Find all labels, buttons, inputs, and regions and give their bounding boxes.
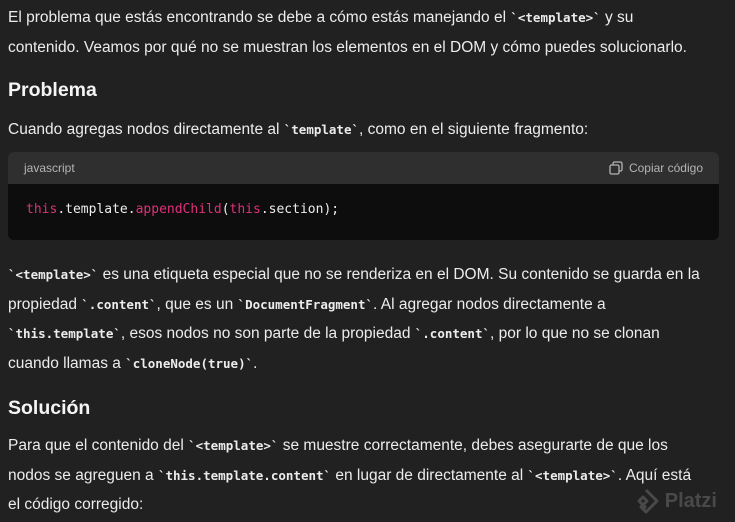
explain-text: , que es un [156, 295, 238, 313]
intro-text: contenido. Veamos por qué no se muestran… [8, 38, 687, 56]
inline-code: `<template>` [8, 267, 99, 282]
explain-text: . [253, 354, 258, 372]
code-token: .template. [57, 202, 136, 217]
inline-code: `this.template.content` [157, 467, 332, 483]
explain-text: es una etiqueta especial que no se rende… [98, 266, 700, 283]
explanation-paragraph: `<template>` es una etiqueta especial qu… [8, 260, 728, 378]
solution-text: nodos se agreguen a [8, 466, 158, 484]
solution-text: . Aquí está [617, 466, 692, 484]
inline-code: `<template>` [527, 467, 618, 483]
intro-text: y su [600, 9, 634, 26]
inline-code: `<template>` [510, 10, 601, 25]
copy-label: Copiar código [628, 161, 703, 175]
problem-paragraph: Cuando agregas nodos directamente al `te… [8, 115, 728, 145]
solution-paragraph: Para que el contenido del `<template>` s… [8, 431, 728, 520]
solution-text: en lugar de directamente al [331, 466, 528, 484]
solution-text: el código corregido: [8, 496, 144, 513]
inline-code: `this.template` [8, 326, 121, 341]
intro-paragraph: El problema que estás encontrando se deb… [8, 3, 728, 62]
inline-code: `.content` [81, 296, 157, 312]
explain-text: cuando llamas a [8, 354, 126, 372]
solution-heading: Solución [8, 397, 91, 419]
inline-code: `template` [283, 122, 360, 137]
explain-text: , por lo que no se clonan [490, 325, 660, 342]
code-token-keyword: this [26, 202, 58, 217]
code-token-function: appendChild [135, 202, 222, 217]
code-language-label: javascript [24, 161, 75, 175]
explain-text: , esos nodos no son parte de la propieda… [120, 325, 415, 342]
code-block-header: javascript Copiar código [8, 152, 719, 184]
problem-text: Cuando agregas nodos directamente al [8, 121, 284, 138]
platzi-logo-icon [633, 488, 659, 514]
copy-code-button[interactable]: Copiar código [609, 161, 703, 175]
code-token: ( [221, 202, 230, 217]
solution-text: Para que el contenido del [8, 437, 189, 454]
code-block-body: this.template.appendChild(this.section); [8, 184, 719, 235]
inline-code: `<template>` [188, 438, 279, 453]
problem-text: , como en el siguiente fragmento: [359, 121, 589, 138]
platzi-watermark: Platzi [633, 488, 717, 514]
watermark-text: Platzi [664, 489, 717, 512]
inline-code: `DocumentFragment` [237, 296, 374, 312]
code-block: javascript Copiar código this.template.a… [8, 152, 719, 240]
explain-text: . Al agregar nodos directamente a [373, 295, 606, 313]
code-token-keyword: this [229, 202, 261, 217]
inline-code: `cloneNode(true)` [125, 355, 254, 371]
inline-code: `.content` [414, 326, 491, 341]
solution-text: se muestre correctamente, debes asegurar… [278, 437, 668, 454]
intro-text: El problema que estás encontrando se deb… [8, 9, 511, 26]
problem-heading: Problema [8, 79, 97, 101]
code-token: .section); [260, 202, 340, 217]
copy-icon [609, 161, 623, 175]
explain-text: propiedad [8, 295, 82, 313]
